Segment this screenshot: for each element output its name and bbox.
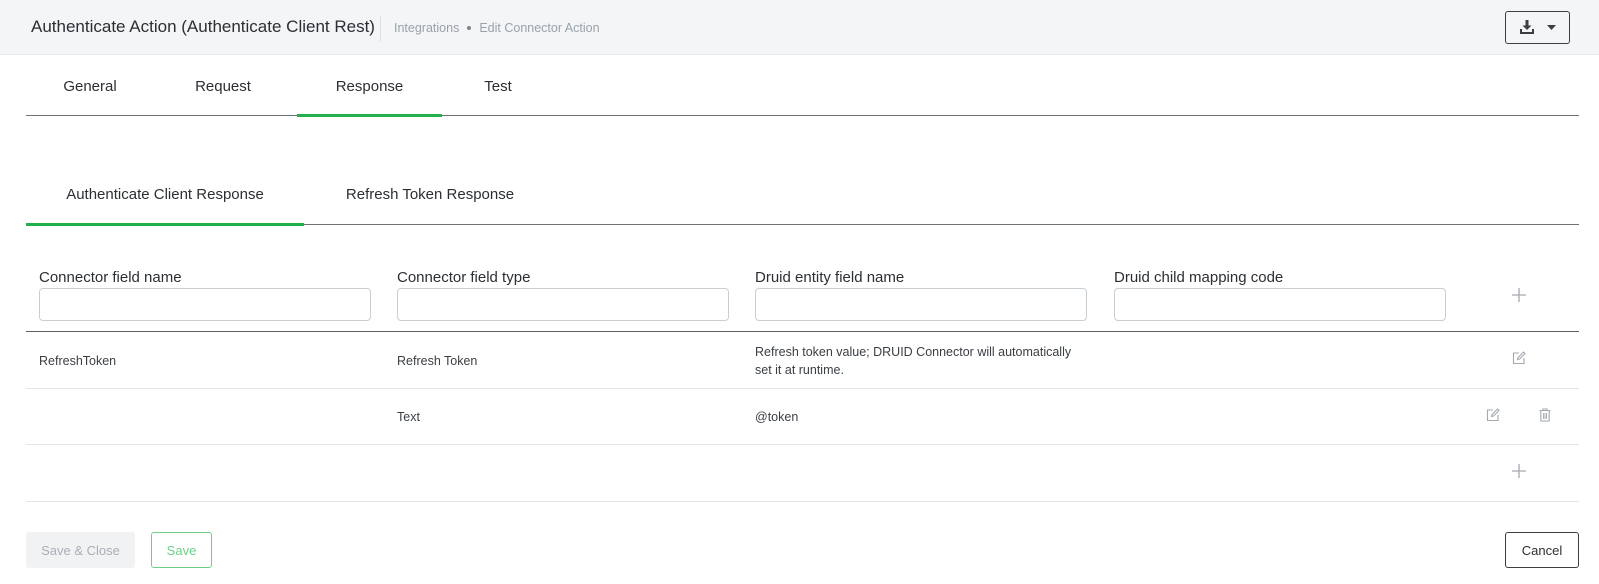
row-2-delete-button[interactable] [1533,405,1557,429]
breadcrumb-separator [467,26,472,30]
column-header-druid-entity-field-name: Druid entity field name [755,269,905,286]
save-button[interactable]: Save [151,532,212,568]
breadcrumb: Integrations Edit Connector Action [394,21,600,35]
column-header-connector-field-type: Connector field type [397,269,531,286]
filter-connector-field-name[interactable] [39,288,371,321]
tab-request[interactable]: Request [154,56,292,116]
filter-druid-entity-field-name[interactable] [755,288,1087,321]
subtab-refresh-token-response[interactable]: Refresh Token Response [304,164,556,225]
edit-icon [1512,350,1526,370]
row-1-connector-field-type: Refresh Token [397,354,478,368]
add-new-row-button[interactable] [1507,461,1531,485]
row-2-edit-button[interactable] [1481,405,1505,429]
edit-icon [1486,407,1500,427]
row-2-connector-field-type: Text [397,410,420,424]
row-divider [26,388,1579,389]
response-subtabs: Authenticate Client Response Refresh Tok… [26,164,1579,226]
filter-druid-child-mapping-code[interactable] [1114,288,1446,321]
plus-icon [1512,287,1526,307]
add-row-button[interactable] [1507,285,1531,309]
row-divider [26,444,1579,445]
row-1-druid-entity-field-name: Refresh token value; DRUID Connector wil… [755,345,1072,377]
column-header-connector-field-name: Connector field name [39,269,182,286]
subtab-authenticate-client-response[interactable]: Authenticate Client Response [26,164,304,226]
page-header: Authenticate Action (Authenticate Client… [0,0,1599,55]
filter-connector-field-type[interactable] [397,288,729,321]
grid-header-divider [26,331,1579,332]
row-2-druid-entity-field-name: @token [755,410,799,424]
page-title: Authenticate Action (Authenticate Client… [31,17,375,36]
tab-test[interactable]: Test [442,56,554,116]
header-divider [380,16,381,42]
plus-icon [1512,463,1526,483]
download-icon [1519,20,1535,35]
export-dropdown-button[interactable] [1505,11,1570,44]
row-1-connector-field-name: RefreshToken [39,354,117,368]
breadcrumb-integrations[interactable]: Integrations [394,21,459,35]
save-and-close-button[interactable]: Save & Close [26,532,135,568]
tab-response[interactable]: Response [297,56,442,117]
trash-icon [1539,407,1551,427]
row-1-edit-button[interactable] [1507,348,1531,372]
tab-general[interactable]: General [26,56,154,116]
breadcrumb-edit-connector-action: Edit Connector Action [479,21,600,35]
column-header-druid-child-mapping-code: Druid child mapping code [1114,269,1284,286]
cancel-button[interactable]: Cancel [1505,532,1579,568]
main-tabs: General Request Response Test [26,56,1579,117]
caret-down-icon [1547,25,1556,30]
grid-bottom-divider [26,501,1579,502]
